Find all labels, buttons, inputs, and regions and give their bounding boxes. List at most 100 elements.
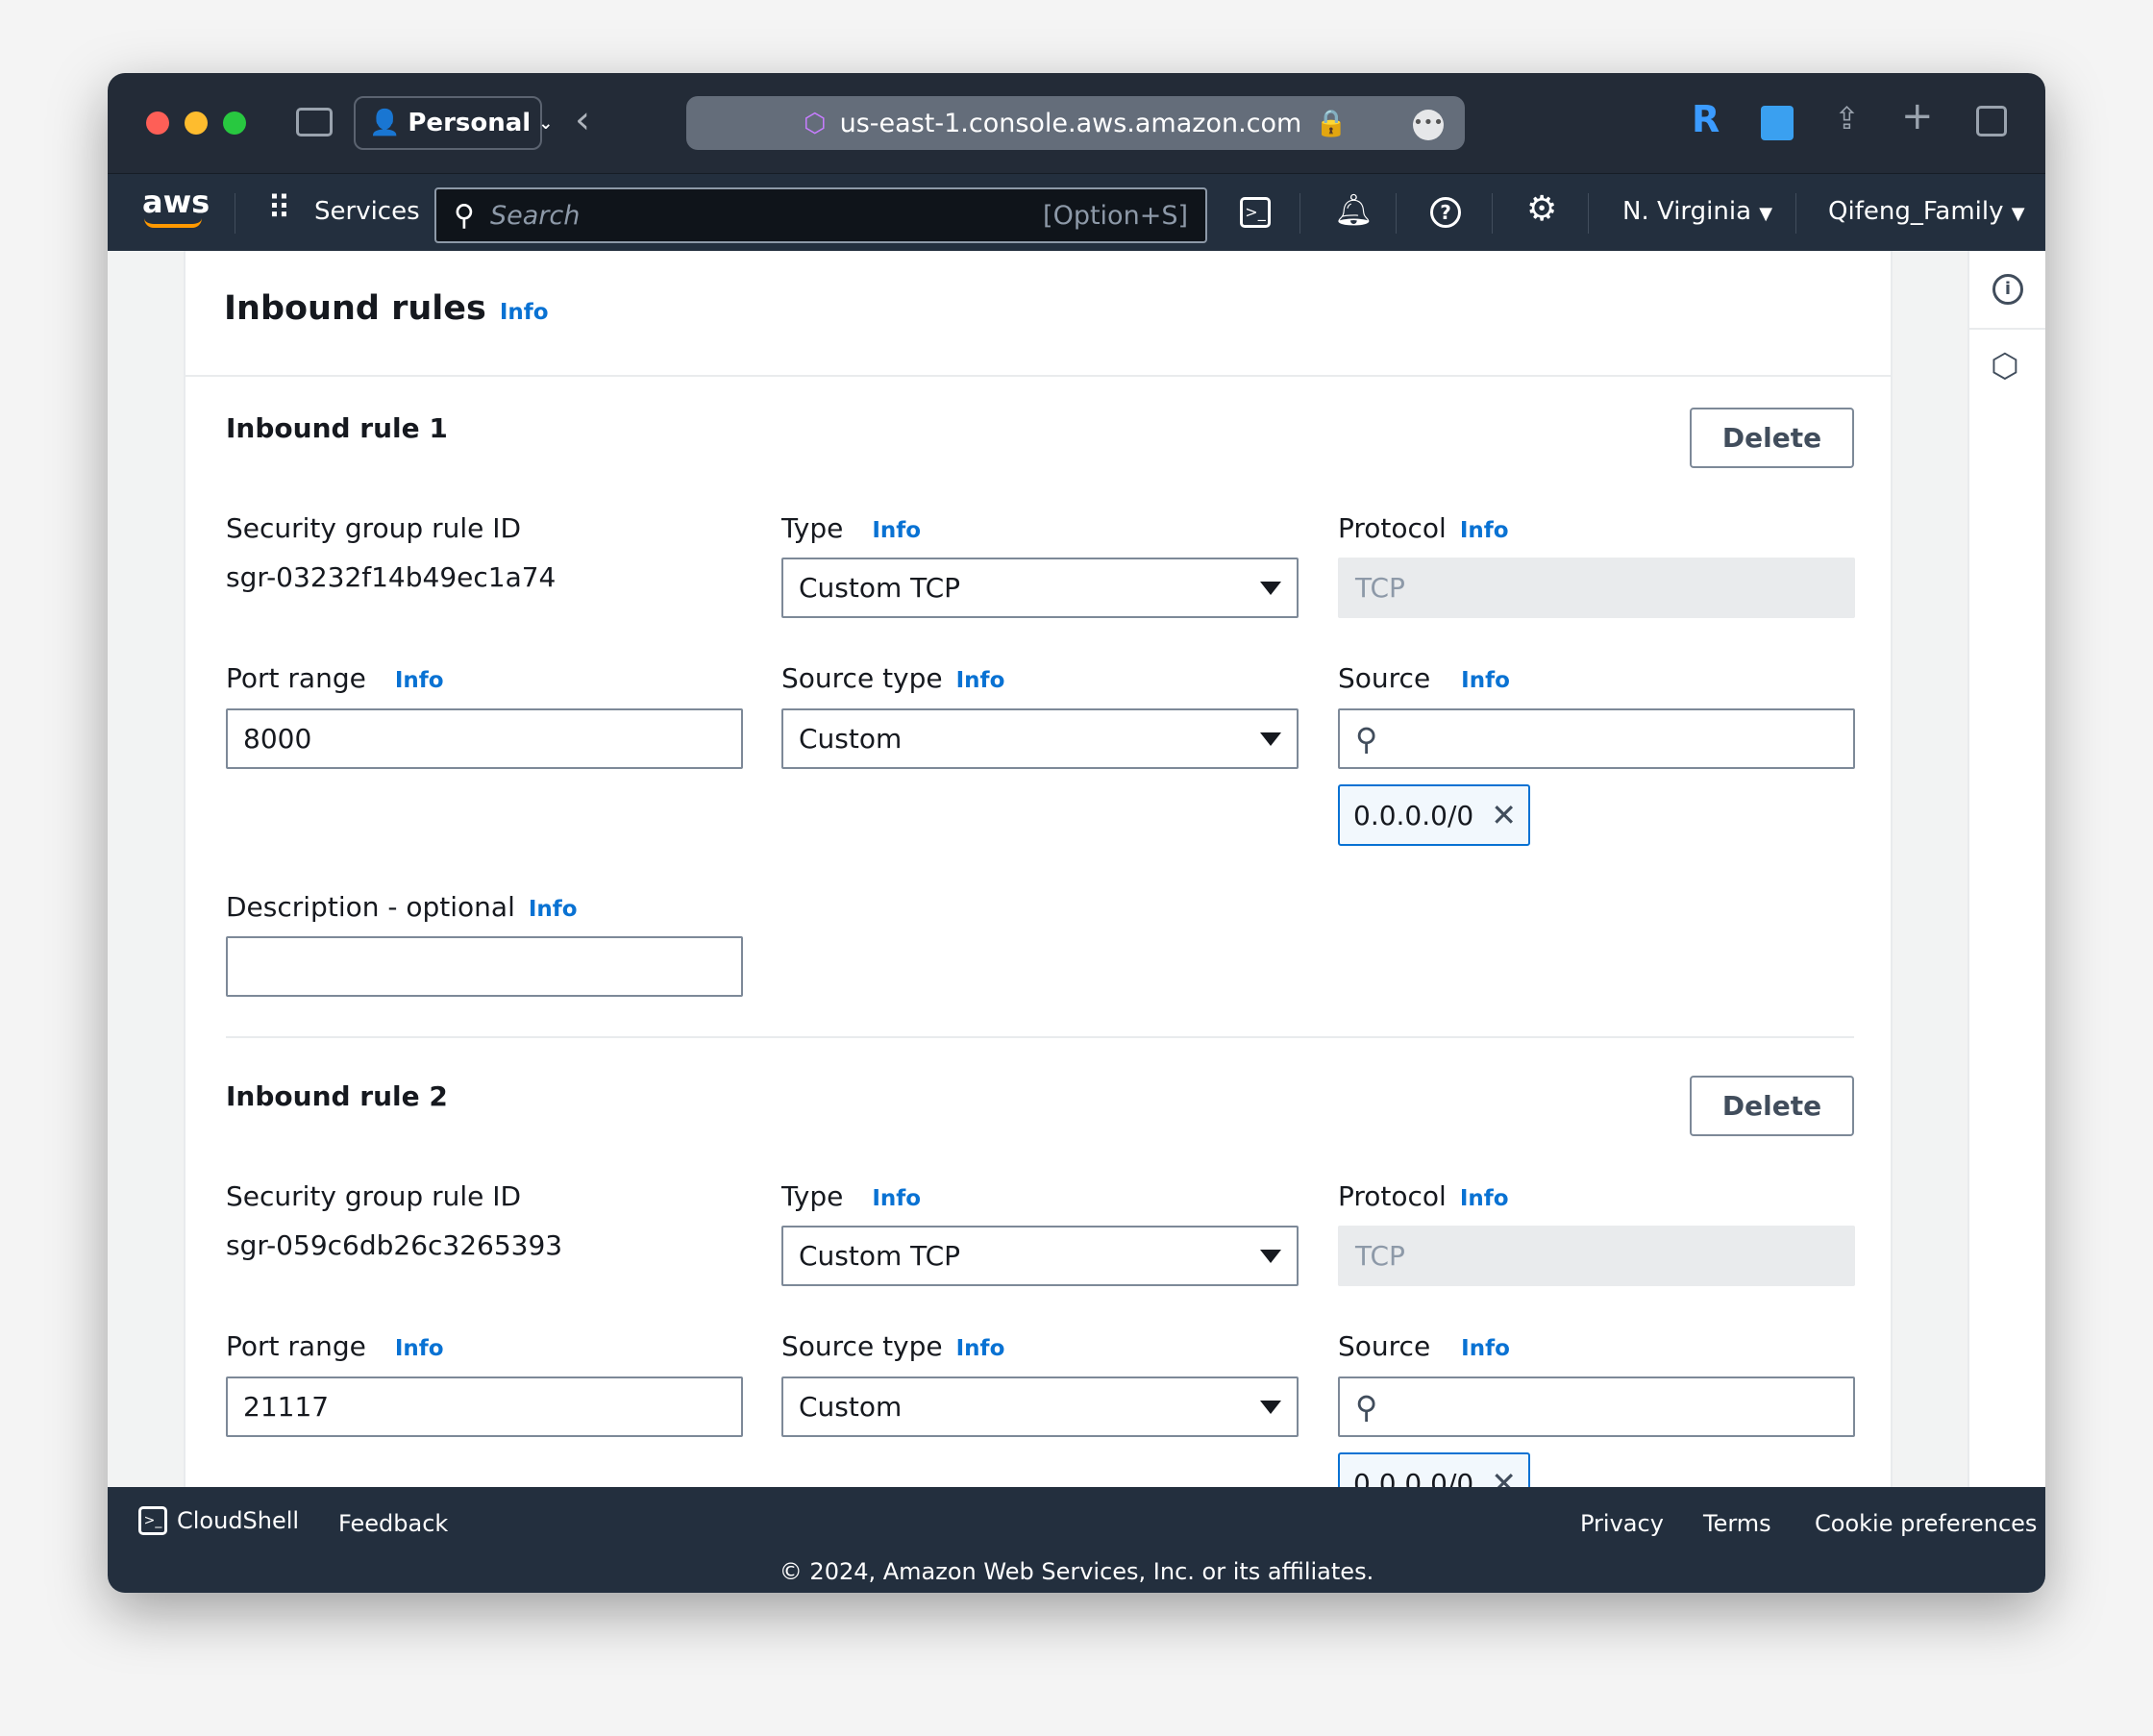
page-title-text: Inbound rules [224, 289, 486, 328]
sgr-label: Security group rule ID [226, 512, 522, 544]
bell-icon[interactable]: 🔔︎ [1334, 191, 1373, 228]
source-search-input[interactable]: ⚲ [1338, 1376, 1855, 1437]
info-link[interactable]: Info [395, 668, 444, 693]
info-link[interactable]: Info [529, 897, 578, 922]
type-value: Custom TCP [799, 572, 961, 604]
new-tab-icon[interactable]: + [1901, 94, 1934, 138]
region-selector[interactable]: N. Virginia ▼ [1622, 197, 1772, 226]
tabs-overview-icon[interactable] [1976, 106, 2007, 136]
divider [1969, 328, 2045, 330]
type-label: Type [781, 1180, 844, 1212]
close-icon[interactable]: ✕ [1491, 797, 1517, 833]
source-type-label: Source type [781, 662, 943, 694]
source-type-select[interactable]: Custom [781, 708, 1299, 769]
info-link[interactable]: Info [1461, 668, 1510, 693]
page-title: Inbound rules Info [224, 289, 549, 328]
delete-button[interactable]: Delete [1690, 408, 1854, 468]
source-label: Source [1338, 1330, 1431, 1362]
aws-top-nav: aws ⠿ Services ⚲ Search [Option+S] >_ 🔔︎ ?… [108, 173, 2045, 251]
hexagon-icon[interactable]: ⬡ [1991, 347, 2019, 385]
services-menu[interactable]: Services [314, 197, 420, 226]
info-link[interactable]: Info [956, 1336, 1005, 1361]
info-link[interactable]: Info [1460, 1186, 1509, 1211]
address-bar[interactable]: ⬡ us-east-1.console.aws.amazon.com 🔒 [686, 96, 1465, 150]
cloudshell-button[interactable]: >_ CloudShell [138, 1506, 299, 1535]
source-label: Source [1338, 662, 1431, 694]
rule-title: Inbound rule 1 [226, 412, 448, 444]
type-label: Type [781, 512, 844, 544]
terms-link[interactable]: Terms [1703, 1510, 1771, 1537]
share-icon[interactable]: ⇪ [1834, 100, 1860, 136]
info-link[interactable]: Info [956, 668, 1005, 693]
caret-down-icon: ▼ [2011, 204, 2025, 224]
source-type-label: Source type [781, 1330, 943, 1362]
delete-button[interactable]: Delete [1690, 1076, 1854, 1136]
divider [226, 1036, 1854, 1038]
extension-r-icon[interactable]: R [1692, 98, 1720, 140]
protocol-value: TCP [1355, 1240, 1405, 1272]
close-icon[interactable]: ✕ [1491, 1465, 1517, 1487]
help-icon[interactable]: ? [1430, 197, 1461, 228]
rule-title: Inbound rule 2 [226, 1080, 448, 1112]
info-link[interactable]: Info [500, 300, 549, 325]
port-range-input[interactable]: 8000 [226, 708, 743, 769]
sidebar-toggle-icon[interactable] [296, 108, 333, 136]
sgr-value: sgr-03232f14b49ec1a74 [226, 561, 557, 593]
port-label: Port range [226, 1330, 366, 1362]
type-value: Custom TCP [799, 1240, 961, 1272]
profile-button[interactable]: 👤 Personal ⌄ [354, 96, 553, 150]
site-icon: ⬡ [804, 108, 827, 138]
source-token-text: 0.0.0.0/0 [1353, 799, 1474, 831]
search-placeholder: Search [489, 200, 581, 231]
info-link[interactable]: Info [395, 1336, 444, 1361]
inbound-rule-1: Inbound rule 1 Delete Security group rul… [186, 408, 1891, 1102]
privacy-link[interactable]: Privacy [1580, 1510, 1664, 1537]
browser-toolbar: 👤 Personal ⌄ ‹ ⬡ us-east-1.console.aws.amaz… [108, 73, 2045, 173]
caret-down-icon [1260, 1249, 1281, 1263]
region-label: N. Virginia [1622, 197, 1752, 226]
feedback-link[interactable]: Feedback [338, 1510, 448, 1537]
type-select[interactable]: Custom TCP [781, 1226, 1299, 1286]
person-icon: 👤 [369, 109, 401, 137]
minimize-window-button[interactable] [185, 112, 208, 135]
aws-logo[interactable]: aws [142, 184, 210, 220]
info-link[interactable]: Info [1461, 1336, 1510, 1361]
zoom-window-button[interactable] [223, 112, 246, 135]
search-input[interactable]: ⚲ Search [Option+S] [434, 187, 1207, 243]
description-input[interactable] [226, 936, 743, 997]
grid-icon[interactable]: ⠿ [267, 189, 291, 228]
profile-label: Personal [408, 109, 532, 137]
source-type-select[interactable]: Custom [781, 1376, 1299, 1437]
divider [186, 375, 1891, 377]
cloudshell-icon[interactable]: >_ [1240, 197, 1271, 228]
caret-down-icon: ▼ [1759, 204, 1773, 224]
extension-bitwarden-icon[interactable] [1761, 106, 1794, 140]
caret-down-icon [1260, 1400, 1281, 1414]
cloudshell-label: CloudShell [177, 1507, 300, 1534]
info-link[interactable]: Info [872, 518, 921, 543]
back-icon[interactable]: ‹ [575, 98, 590, 142]
url-text: us-east-1.console.aws.amazon.com [839, 108, 1302, 138]
protocol-label: Protocol [1338, 1180, 1447, 1212]
type-select[interactable]: Custom TCP [781, 558, 1299, 618]
info-panel-icon[interactable]: i [1992, 274, 2023, 305]
lock-icon: 🔒 [1315, 109, 1348, 138]
search-icon: ⚲ [454, 198, 475, 233]
port-range-input[interactable]: 21117 [226, 1376, 743, 1437]
sgr-value: sgr-059c6db26c3265393 [226, 1229, 563, 1261]
close-window-button[interactable] [146, 112, 169, 135]
description-label: Description - optional [226, 891, 515, 923]
source-type-value: Custom [799, 1391, 903, 1423]
inbound-rules-panel: Inbound rules Info Inbound rule 1 Delete … [184, 251, 1893, 1487]
port-value: 8000 [243, 723, 312, 755]
info-link[interactable]: Info [1460, 518, 1509, 543]
console-footer: >_ CloudShell Feedback Privacy Terms Cook… [108, 1487, 2045, 1593]
more-icon[interactable]: ••• [1413, 110, 1444, 140]
account-menu[interactable]: Qifeng_Family ▼ [1828, 197, 2025, 226]
source-search-input[interactable]: ⚲ [1338, 708, 1855, 769]
inbound-rule-2: Inbound rule 2 Delete Security group rul… [186, 1076, 1891, 1488]
info-link[interactable]: Info [872, 1186, 921, 1211]
source-token-text: 0.0.0.0/0 [1353, 1467, 1474, 1488]
gear-icon[interactable]: ⚙ [1526, 189, 1557, 229]
cookie-preferences-link[interactable]: Cookie preferences [1815, 1510, 2037, 1537]
